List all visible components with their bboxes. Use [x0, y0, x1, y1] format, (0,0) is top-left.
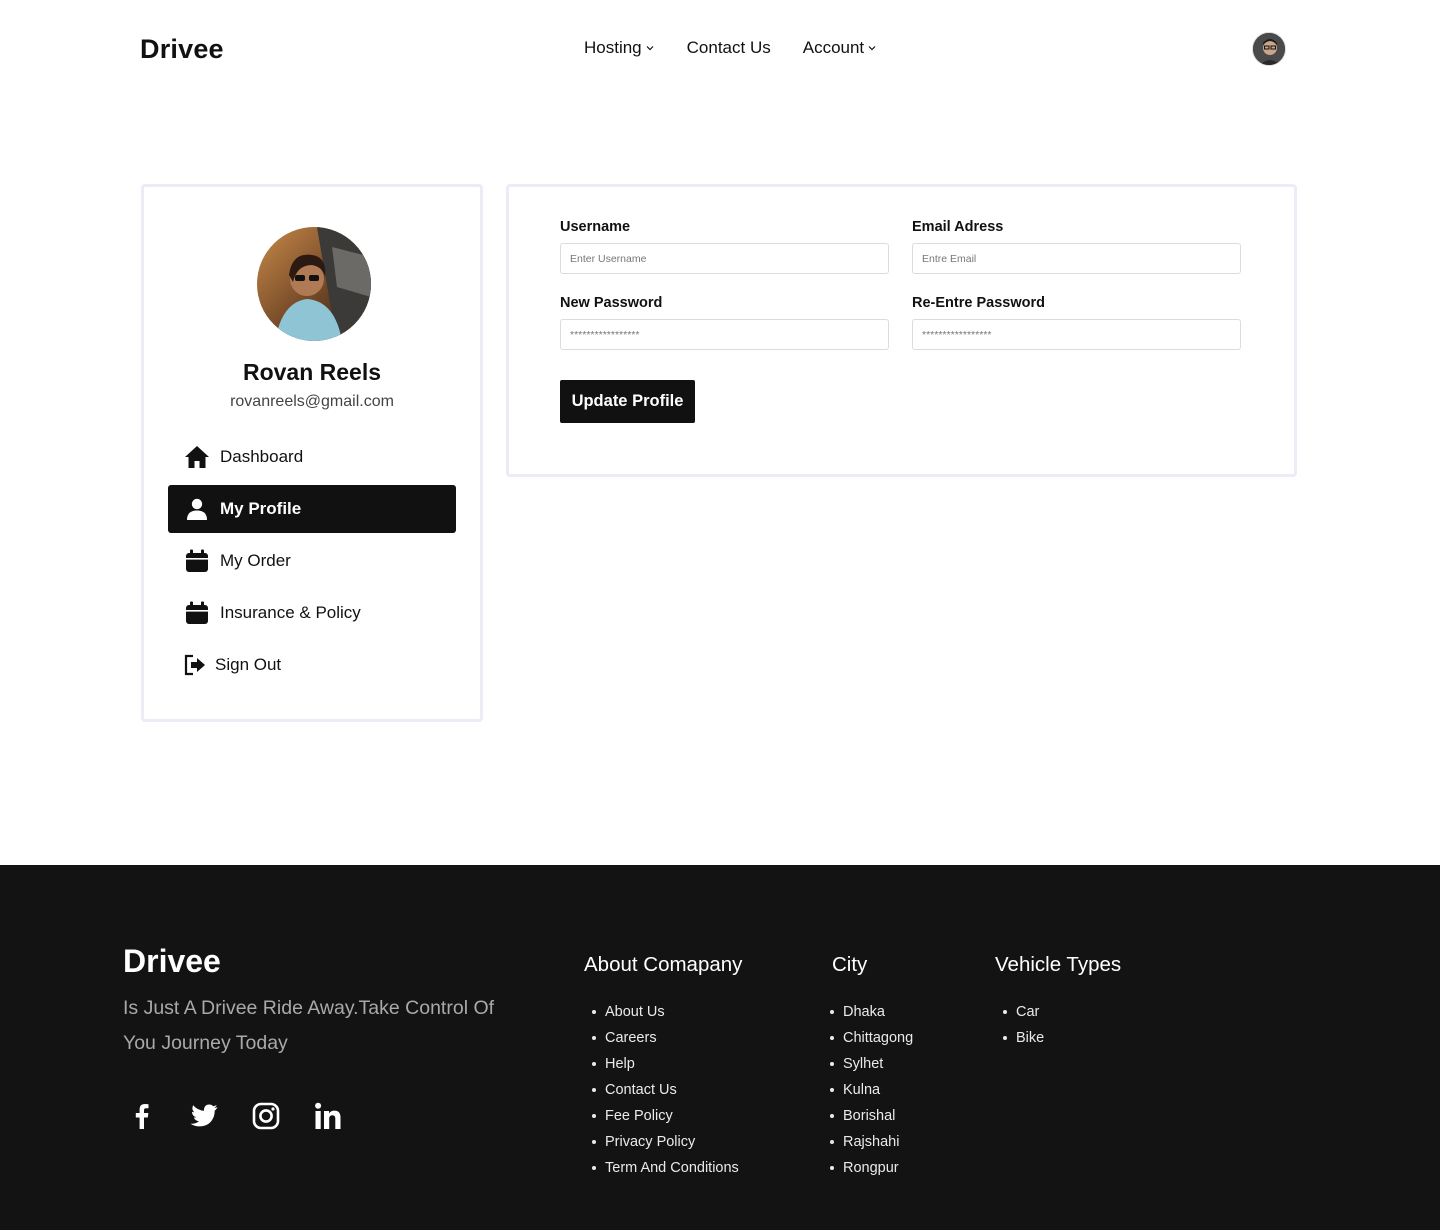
footer-link[interactable]: About Us	[584, 999, 742, 1025]
chevron-down-icon	[645, 43, 655, 53]
new-password-input[interactable]	[560, 319, 889, 350]
nav-hosting[interactable]: Hosting	[584, 38, 655, 58]
instagram-icon[interactable]	[247, 1097, 285, 1135]
username-label: Username	[560, 219, 631, 235]
footer-link[interactable]: Rongpur	[822, 1155, 913, 1181]
twitter-icon[interactable]	[185, 1097, 223, 1135]
update-profile-button[interactable]: Update Profile	[560, 380, 695, 423]
footer-link[interactable]: Sylhet	[822, 1051, 913, 1077]
footer-link[interactable]: Careers	[584, 1025, 742, 1051]
re-enter-password-label: Re-Entre Password	[912, 295, 1045, 311]
re-enter-password-input[interactable]	[912, 319, 1241, 350]
facebook-icon[interactable]	[123, 1097, 161, 1135]
nav-contact-us[interactable]: Contact Us	[687, 38, 771, 58]
footer-link[interactable]: Contact Us	[584, 1077, 742, 1103]
footer-col-city: City Dhaka Chittagong Sylhet Kulna Boris…	[822, 953, 913, 1181]
site-header: Drivee Hosting Contact Us Account	[0, 0, 1440, 100]
nav-account-label: Account	[802, 38, 865, 57]
re-enter-password-field-group: Re-Entre Password	[912, 295, 1241, 350]
linkedin-icon[interactable]	[309, 1097, 347, 1135]
home-icon	[184, 444, 210, 470]
username-field-group: Username	[560, 219, 889, 274]
sidebar-item-label: My Profile	[220, 499, 302, 518]
sidebar-item-label: Dashboard	[220, 447, 304, 466]
brand-logo[interactable]: Drivee	[140, 34, 224, 65]
footer-link[interactable]: Borishal	[822, 1103, 913, 1129]
footer-brand[interactable]: Drivee	[123, 943, 221, 980]
user-icon	[184, 496, 210, 522]
footer-link[interactable]: Fee Policy	[584, 1103, 742, 1129]
user-avatar[interactable]	[1252, 32, 1286, 66]
social-links	[123, 1097, 371, 1135]
footer-col-title: About Comapany	[584, 953, 743, 976]
footer-tagline: Is Just A Drivee Ride Away.Take Control …	[123, 997, 495, 1054]
footer-col-title: City	[832, 953, 868, 976]
sidebar-item-insurance-policy[interactable]: Insurance & Policy	[168, 589, 456, 637]
profile-sidebar: Rovan Reels rovanreels@gmail.com Dashboa…	[141, 184, 483, 722]
email-field-group: Email Adress	[912, 219, 1241, 274]
sidebar-item-my-profile[interactable]: My Profile	[168, 485, 456, 533]
footer-link[interactable]: Bike	[995, 1025, 1121, 1051]
footer-link[interactable]: Dhaka	[822, 999, 913, 1025]
footer-link[interactable]: Car	[995, 999, 1121, 1025]
sidebar-item-sign-out[interactable]: Sign Out	[168, 641, 456, 689]
sidebar-item-label: Insurance & Policy	[220, 603, 361, 622]
footer-link[interactable]: Privacy Policy	[584, 1129, 742, 1155]
chevron-down-icon	[867, 43, 877, 53]
calendar-icon	[184, 600, 210, 626]
footer-link[interactable]: Chittagong	[822, 1025, 913, 1051]
main-nav: Hosting Contact Us Account	[584, 38, 909, 58]
sidebar-menu: Dashboard My Profile My Order Insurance …	[168, 433, 456, 693]
profile-photo	[257, 227, 371, 341]
nav-hosting-label: Hosting	[584, 38, 642, 57]
sidebar-item-my-order[interactable]: My Order	[168, 537, 456, 585]
nav-contact-label: Contact Us	[686, 38, 771, 57]
footer-link[interactable]: Kulna	[822, 1077, 913, 1103]
footer-col-title: Vehicle Types	[995, 953, 1122, 976]
site-footer: Drivee Is Just A Drivee Ride Away.Take C…	[0, 865, 1440, 1230]
footer-col-vehicle-types: Vehicle Types Car Bike	[995, 953, 1121, 1051]
email-input[interactable]	[912, 243, 1241, 274]
nav-account[interactable]: Account	[803, 38, 877, 58]
footer-link[interactable]: Term And Conditions	[584, 1155, 742, 1181]
sidebar-item-label: My Order	[220, 551, 291, 570]
email-label: Email Adress	[912, 219, 1004, 235]
sidebar-item-dashboard[interactable]: Dashboard	[168, 433, 456, 481]
profile-email: rovanreels@gmail.com	[230, 393, 394, 410]
new-password-field-group: New Password	[560, 295, 889, 350]
sign-out-icon	[184, 652, 206, 678]
calendar-icon	[184, 548, 210, 574]
footer-link[interactable]: Help	[584, 1051, 742, 1077]
profile-form: Username Email Adress New Password Re-En…	[506, 184, 1297, 477]
username-input[interactable]	[560, 243, 889, 274]
sidebar-item-label: Sign Out	[215, 655, 282, 674]
footer-col-about: About Comapany About Us Careers Help Con…	[584, 953, 742, 1181]
new-password-label: New Password	[560, 295, 663, 311]
profile-name: Rovan Reels	[242, 359, 382, 385]
footer-link[interactable]: Rajshahi	[822, 1129, 913, 1155]
